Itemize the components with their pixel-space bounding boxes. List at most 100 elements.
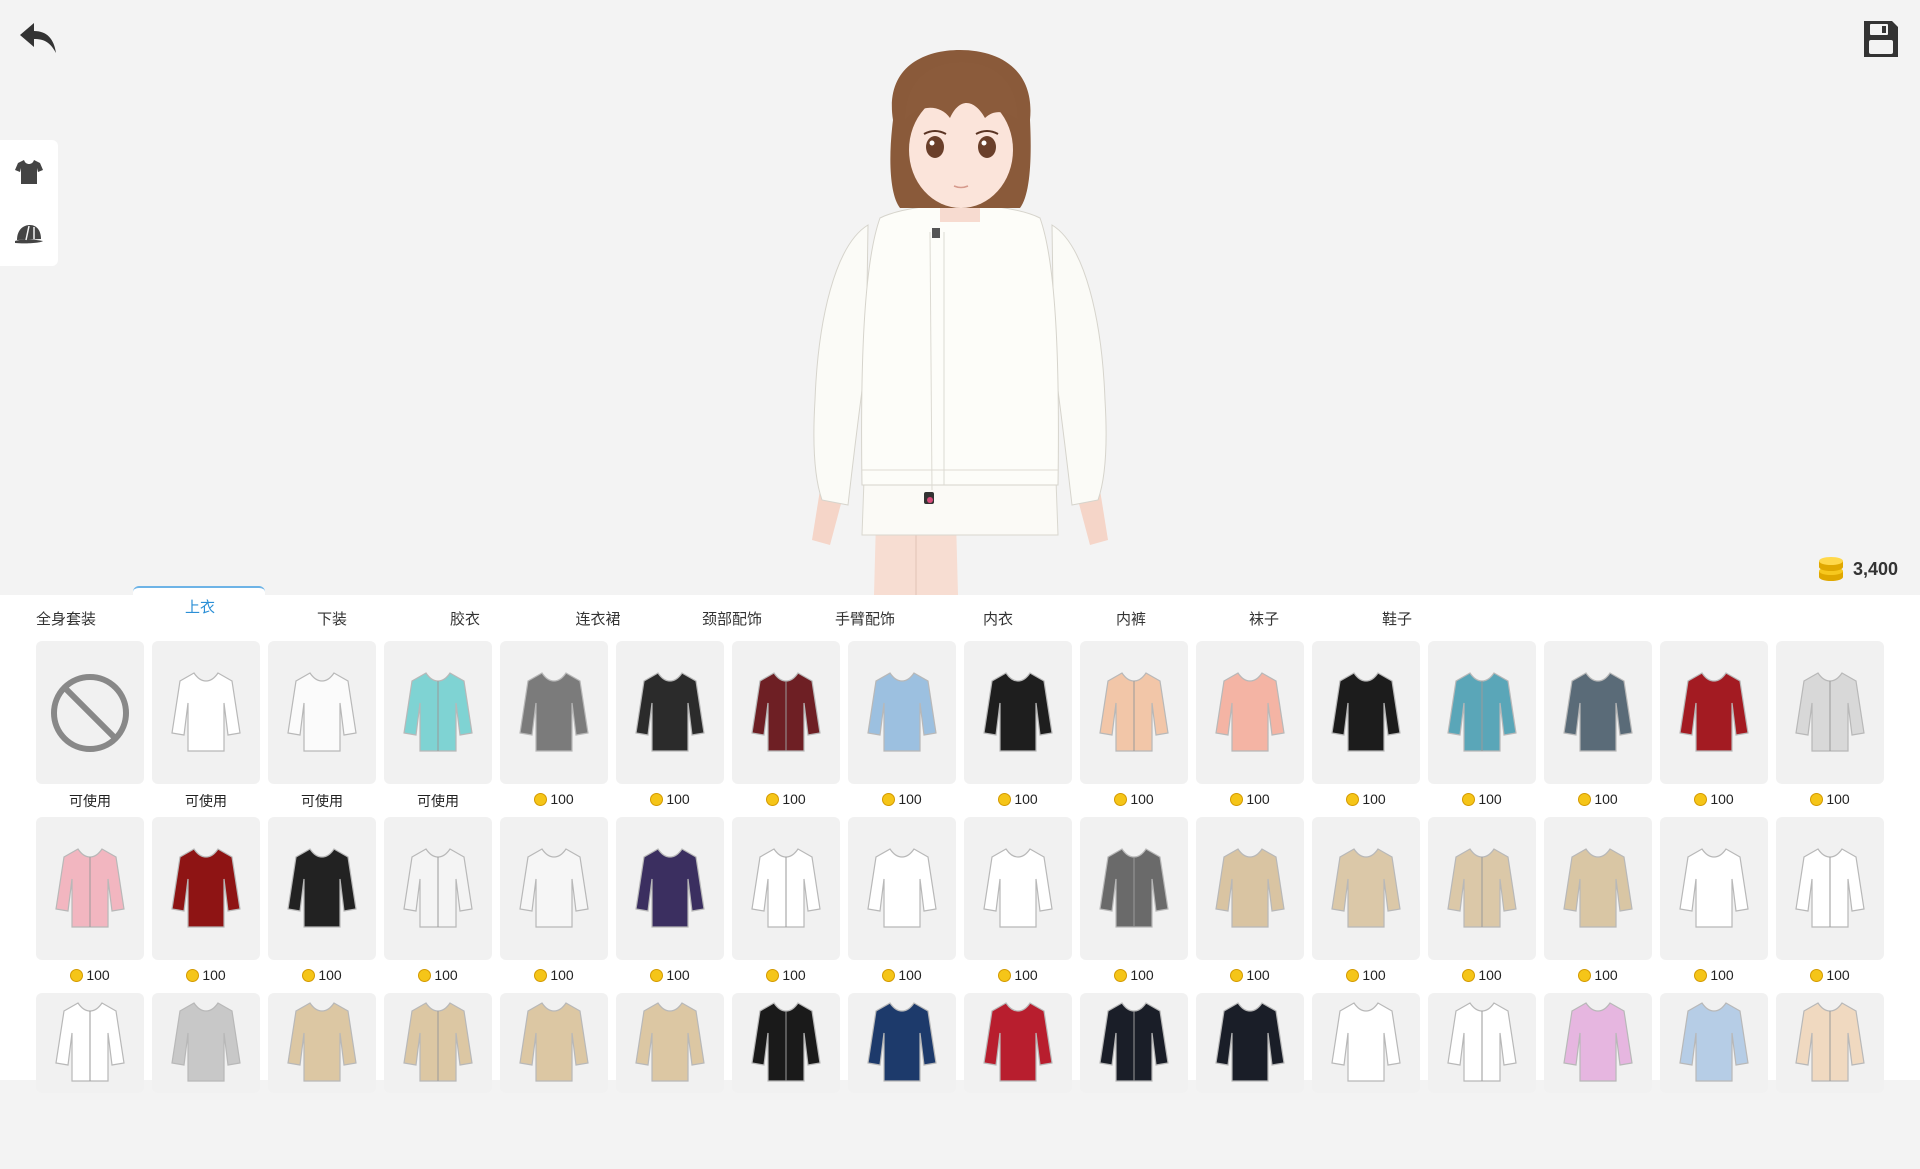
clothing-item[interactable] [1196, 993, 1304, 1169]
clothing-item[interactable] [1660, 993, 1768, 1169]
tab-neck-accessories[interactable]: 颈部配饰 [699, 595, 765, 635]
clothing-item[interactable]: 100 [1312, 817, 1420, 993]
clothing-item[interactable]: 100 [268, 817, 376, 993]
item-price-label: 100 [1130, 967, 1154, 983]
clothing-item[interactable]: 100 [732, 641, 840, 817]
coin-icon [1810, 968, 1824, 982]
coin-icon [998, 968, 1012, 982]
clothing-thumbnail [1428, 641, 1536, 784]
tab-tops[interactable]: 上衣 [165, 595, 235, 635]
tab-underwear-bottom[interactable]: 内裤 [1101, 595, 1161, 635]
clothing-thumbnail-icon [867, 847, 937, 928]
tab-arm-accessories[interactable]: 手臂配饰 [832, 595, 898, 635]
tab-shoes[interactable]: 鞋子 [1367, 595, 1427, 635]
tab-socks[interactable]: 袜子 [1234, 595, 1294, 635]
clothing-thumbnail [1312, 993, 1420, 1093]
item-price: 100 [1776, 791, 1884, 807]
clothing-item[interactable] [268, 993, 376, 1169]
clothing-thumbnail [1196, 817, 1304, 960]
clothing-thumbnail [500, 641, 608, 784]
clothing-thumbnail-icon [1679, 847, 1749, 928]
clothing-item[interactable]: 100 [1544, 641, 1652, 817]
clothing-item[interactable]: 100 [36, 817, 144, 993]
clothing-item[interactable]: 100 [1660, 641, 1768, 817]
clothing-thumbnail [1428, 993, 1536, 1093]
clothing-item[interactable]: 可使用 [268, 641, 376, 817]
coin-balance: 3,400 [1817, 555, 1898, 583]
clothing-item[interactable]: 100 [848, 641, 956, 817]
clothing-item[interactable] [1544, 993, 1652, 1169]
clothing-item[interactable] [1080, 993, 1188, 1169]
item-price: 100 [1080, 967, 1188, 983]
item-price: 100 [268, 967, 376, 983]
clothing-item[interactable]: 100 [1080, 641, 1188, 817]
clothing-item[interactable]: 100 [1544, 817, 1652, 993]
clothing-item[interactable] [848, 993, 956, 1169]
clothing-thumbnail-icon [1331, 847, 1401, 928]
item-price-label: 100 [1478, 791, 1502, 807]
item-price-label: 100 [434, 967, 458, 983]
clothing-thumbnail-icon [403, 847, 473, 928]
item-price-label: 100 [1362, 967, 1386, 983]
clothing-thumbnail-icon [55, 847, 125, 928]
clothing-item[interactable] [964, 993, 1072, 1169]
coin-icon [1694, 792, 1708, 806]
clothing-item[interactable]: 100 [1776, 641, 1884, 817]
clothing-item[interactable]: 100 [500, 641, 608, 817]
clothing-item[interactable] [732, 993, 840, 1169]
item-price: 100 [1544, 791, 1652, 807]
coin-icon [650, 968, 664, 982]
tab-underwear-top[interactable]: 内衣 [968, 595, 1028, 635]
clothing-item[interactable] [616, 993, 724, 1169]
item-price: 100 [1428, 791, 1536, 807]
clothing-thumbnail [1080, 641, 1188, 784]
clothing-item[interactable]: 100 [500, 817, 608, 993]
clothing-thumbnail-icon [1563, 671, 1633, 752]
clothing-item[interactable] [1428, 993, 1536, 1169]
clothing-thumbnail [1776, 993, 1884, 1093]
clothing-item[interactable] [1776, 993, 1884, 1169]
item-price-label: 100 [782, 967, 806, 983]
clothing-item[interactable]: 100 [1428, 817, 1536, 993]
item-price-label: 100 [1362, 791, 1386, 807]
clothing-item[interactable]: 100 [1312, 641, 1420, 817]
clothing-item[interactable] [1312, 993, 1420, 1169]
tab-latex[interactable]: 胶衣 [435, 595, 495, 635]
tab-full-outfit[interactable]: 全身套装 [36, 595, 96, 635]
item-price: 100 [732, 791, 840, 807]
clothing-thumbnail [500, 993, 608, 1093]
clothing-item[interactable]: 100 [616, 641, 724, 817]
clothing-item[interactable] [384, 993, 492, 1169]
clothing-item[interactable]: 100 [1196, 641, 1304, 817]
clothing-item[interactable]: 100 [964, 641, 1072, 817]
clothing-item[interactable]: 100 [848, 817, 956, 993]
clothing-thumbnail-icon [1215, 847, 1285, 928]
clothing-item[interactable] [36, 993, 144, 1169]
clothing-item[interactable]: 可使用 [384, 641, 492, 817]
clothing-thumbnail-icon [1795, 671, 1865, 752]
clothing-item[interactable] [500, 993, 608, 1169]
clothing-thumbnail [848, 817, 956, 960]
clothing-item[interactable]: 100 [732, 817, 840, 993]
clothing-item[interactable]: 100 [1660, 817, 1768, 993]
avatar-preview[interactable] [0, 0, 1920, 595]
clothing-item[interactable]: 100 [1080, 817, 1188, 993]
item-price: 100 [500, 967, 608, 983]
tab-dresses[interactable]: 连衣裙 [568, 595, 628, 635]
coin-icon [1694, 968, 1708, 982]
clothing-item[interactable]: 100 [964, 817, 1072, 993]
clothing-thumbnail [1776, 817, 1884, 960]
clothing-item[interactable] [152, 993, 260, 1169]
clothing-item[interactable]: 100 [152, 817, 260, 993]
clothing-item[interactable]: 100 [1428, 641, 1536, 817]
clothing-item[interactable]: 可使用 [36, 641, 144, 817]
clothing-item[interactable]: 100 [1196, 817, 1304, 993]
tab-bottoms[interactable]: 下装 [302, 595, 362, 635]
clothing-thumbnail [152, 641, 260, 784]
clothing-item[interactable]: 可使用 [152, 641, 260, 817]
clothing-item[interactable]: 100 [616, 817, 724, 993]
clothing-thumbnail-icon [1215, 1002, 1285, 1082]
coin-icon [766, 792, 780, 806]
clothing-item[interactable]: 100 [384, 817, 492, 993]
clothing-item[interactable]: 100 [1776, 817, 1884, 993]
